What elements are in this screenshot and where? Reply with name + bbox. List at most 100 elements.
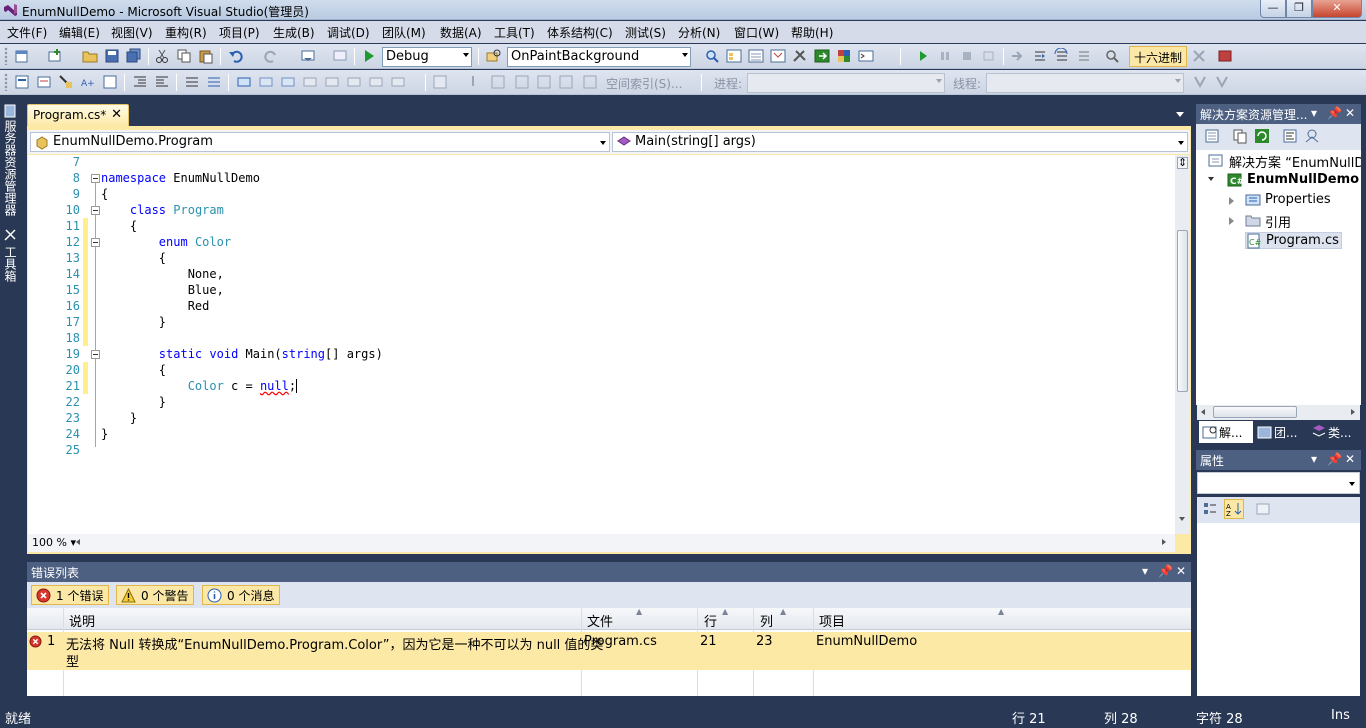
menu-help[interactable]: 帮助(H)	[791, 24, 833, 41]
results-icon[interactable]	[536, 74, 552, 90]
show-next-statement-icon[interactable]	[1010, 48, 1026, 64]
close-pane-icon[interactable]: ✕	[1345, 452, 1355, 466]
thread-dropdown[interactable]	[986, 73, 1184, 93]
menu-tools[interactable]: 工具(T)	[494, 24, 535, 41]
increase-indent-icon[interactable]	[154, 74, 170, 90]
property-pages-icon[interactable]	[1255, 501, 1271, 517]
maximize-button[interactable]: ❐	[1286, 0, 1312, 18]
process-dropdown[interactable]	[747, 73, 945, 93]
menu-architecture[interactable]: 体系结构(C)	[547, 24, 613, 41]
flag-icon[interactable]	[1214, 74, 1230, 90]
step-out-icon[interactable]	[1076, 48, 1092, 64]
code-editor[interactable]: 7 8 namespace EnumNullDemo 9{ 10 class Pr…	[28, 155, 1175, 534]
uncomment-icon[interactable]	[206, 74, 222, 90]
class-navigation-dropdown[interactable]: EnumNullDemo.Program	[30, 132, 610, 152]
active-files-dropdown-icon[interactable]	[1176, 112, 1184, 117]
close-pane-icon[interactable]: ✕	[1176, 564, 1186, 578]
breakpoints-icon[interactable]	[1191, 48, 1207, 64]
paste-icon[interactable]	[198, 48, 214, 64]
menu-edit[interactable]: 编辑(E)	[59, 24, 100, 41]
find-combo[interactable]: OnPaintBackground	[507, 47, 691, 67]
tab-team-explorer[interactable]: 团...	[1254, 421, 1308, 443]
errors-filter-button[interactable]: 1 个错误	[31, 585, 110, 605]
navigate-backward-icon[interactable]	[300, 48, 316, 64]
menu-project[interactable]: 项目(P)	[219, 24, 260, 41]
space-index-button[interactable]: 空间索引(S)...	[606, 75, 682, 92]
parameter-info-icon[interactable]	[36, 74, 52, 90]
collapsed-icon[interactable]	[1229, 217, 1234, 225]
spatial-tool-icon[interactable]	[432, 74, 448, 90]
table-icon[interactable]	[582, 74, 598, 90]
alphabetical-sort-icon[interactable]: AZ	[1224, 499, 1244, 519]
solution-configuration-dropdown[interactable]: Debug	[382, 47, 472, 67]
display-object-member-list-icon[interactable]	[14, 74, 30, 90]
warnings-filter-button[interactable]: 0 个警告	[116, 585, 195, 605]
close-pane-icon[interactable]: ✕	[1345, 106, 1355, 120]
command-window-icon[interactable]	[858, 48, 874, 64]
tab-program-cs[interactable]: Program.cs* ✕	[27, 104, 129, 126]
window-position-icon[interactable]: ▾	[1142, 564, 1148, 578]
messages-filter-button[interactable]: 0 个消息	[202, 585, 281, 605]
step-into-icon[interactable]	[1032, 48, 1048, 64]
column-description[interactable]: 说明	[69, 611, 95, 630]
column-file[interactable]: 文件	[587, 611, 613, 630]
collapse-toggle[interactable]	[91, 206, 100, 215]
collapsed-icon[interactable]	[1229, 197, 1234, 205]
menu-window[interactable]: 窗口(W)	[734, 24, 779, 41]
tree-item-program-cs[interactable]: C# Program.cs	[1245, 232, 1342, 249]
scroll-down-icon[interactable]	[1179, 517, 1185, 521]
tree-item-project[interactable]: C# EnumNullDemo	[1227, 172, 1359, 187]
member-navigation-dropdown[interactable]: Main(string[] args)	[612, 132, 1188, 152]
menu-data[interactable]: 数据(A)	[440, 24, 482, 41]
continue-icon[interactable]	[915, 48, 931, 64]
start-debugging-icon[interactable]	[361, 48, 377, 64]
tab-class-view[interactable]: 类...	[1308, 421, 1360, 443]
extension-manager-icon[interactable]	[836, 48, 852, 64]
scroll-left-icon[interactable]	[1201, 409, 1205, 415]
hexadecimal-display-button[interactable]: 十六进制	[1129, 46, 1188, 67]
toggle-completion-mode-icon[interactable]	[102, 74, 118, 90]
scroll-right-icon[interactable]	[1162, 539, 1166, 545]
view-code-icon[interactable]	[1282, 128, 1298, 144]
toggle-bookmark-icon[interactable]	[236, 74, 252, 90]
undo-icon[interactable]	[228, 48, 244, 64]
redo-icon[interactable]	[263, 48, 279, 64]
collapse-toggle[interactable]	[91, 238, 100, 247]
menu-file[interactable]: 文件(F)	[7, 24, 47, 41]
zoom-level-dropdown[interactable]: 100 % ▾	[32, 536, 76, 549]
toolbar-grip[interactable]	[4, 47, 8, 65]
previous-bookmark-icon[interactable]	[258, 74, 274, 90]
tree-item-properties[interactable]: Properties	[1245, 192, 1331, 207]
save-all-icon[interactable]	[126, 48, 142, 64]
save-icon[interactable]	[104, 48, 120, 64]
toolbar-grip[interactable]	[4, 73, 8, 91]
refresh-icon[interactable]	[1254, 128, 1270, 144]
tree-item-solution[interactable]: 解决方案 “EnumNullDemo”	[1208, 152, 1361, 171]
auto-hide-pin-icon[interactable]: 📌	[1327, 452, 1342, 466]
column-project[interactable]: 项目	[819, 611, 845, 630]
sql-icon[interactable]	[514, 74, 530, 90]
solution-explorer-scroll-thumb[interactable]	[1213, 406, 1297, 418]
menu-refactor[interactable]: 重构(R)	[165, 24, 207, 41]
window-position-icon[interactable]: ▾	[1311, 452, 1317, 466]
output-icon[interactable]	[1218, 48, 1234, 64]
categorized-icon[interactable]	[1202, 501, 1218, 517]
next-bookmark-in-folder-icon[interactable]	[324, 74, 340, 90]
view-class-diagram-icon[interactable]	[1304, 128, 1320, 144]
editor-horizontal-scrollbar[interactable]	[28, 534, 1175, 552]
split-handle-icon[interactable]: ⇕	[1177, 157, 1188, 169]
menu-test[interactable]: 测试(S)	[625, 24, 666, 41]
window-position-icon[interactable]: ▾	[1311, 106, 1317, 120]
menu-team[interactable]: 团队(M)	[382, 24, 426, 41]
properties-icon[interactable]	[1204, 128, 1220, 144]
quick-watch-icon[interactable]	[1104, 48, 1120, 64]
properties-window-icon[interactable]	[748, 48, 764, 64]
tab-solution-explorer[interactable]: 解...	[1199, 421, 1253, 443]
find-icon[interactable]	[486, 48, 502, 64]
find-in-files-icon[interactable]	[704, 48, 720, 64]
comment-out-icon[interactable]	[184, 74, 200, 90]
properties-object-dropdown[interactable]	[1197, 472, 1360, 494]
toolbox-icon[interactable]	[792, 48, 808, 64]
menu-debug[interactable]: 调试(D)	[327, 24, 370, 41]
copy-icon[interactable]	[176, 48, 192, 64]
